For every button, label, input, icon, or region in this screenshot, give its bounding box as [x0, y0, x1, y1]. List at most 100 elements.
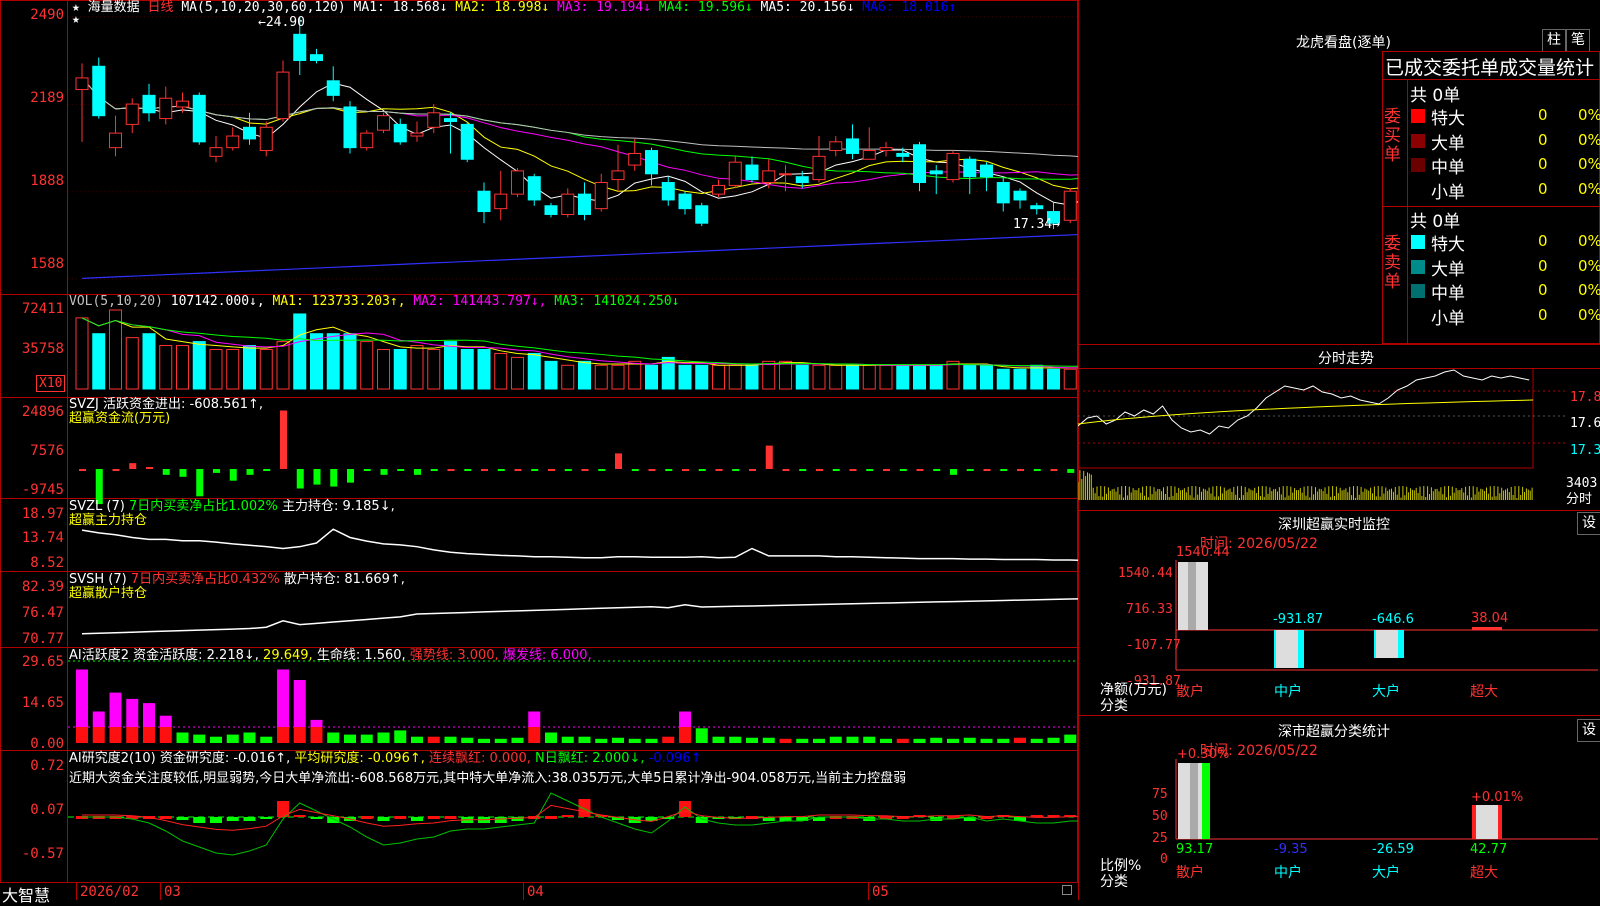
lhb-title: 龙虎看盘(逐单) [1296, 35, 1391, 51]
ai-activity-bar [628, 738, 641, 743]
ai-activity-bar [645, 738, 658, 743]
volume-bar [176, 345, 189, 390]
candle-body [929, 170, 943, 175]
fs-ytick: 17.60 [1570, 416, 1600, 431]
ai-research-bar [779, 817, 792, 821]
volume-bar [829, 364, 843, 390]
period-label[interactable]: 日线 [148, 0, 174, 15]
candle-body [963, 158, 977, 178]
ai-activity-bar [963, 737, 976, 743]
ma2-value: MA2: 18.998↓ [455, 0, 550, 15]
lock-icon[interactable] [1062, 885, 1072, 895]
candle-body [544, 205, 558, 215]
fs-ytick: 17.85 [1570, 390, 1600, 405]
volume-bar [477, 349, 491, 390]
ai2-description: 近期大资金关注度较低,明显弱势,今日大单净流出:-608.568万元,其中特大单… [69, 771, 907, 786]
x-label: 2026/02 [80, 884, 140, 900]
volume-bar [460, 349, 474, 390]
ss-category-label: 大户 [1372, 864, 1400, 881]
ss-category-label: 中户 [1274, 864, 1302, 881]
sell-row-label: 大单 [1431, 259, 1465, 280]
svzj-tick [497, 469, 505, 471]
candle-body [862, 150, 876, 160]
ss-bar-edge [1472, 805, 1476, 839]
candle-body [444, 118, 457, 122]
svzj-tick [883, 469, 890, 471]
column-mode-button[interactable]: 柱 [1542, 29, 1566, 52]
svzj-bar [330, 469, 338, 487]
sz-bar-edge [1374, 630, 1376, 658]
candle-body [728, 161, 742, 186]
ai2-n-red: N日飘红: 2.000↓, [535, 751, 645, 766]
svzj-bar [162, 469, 170, 475]
volume-bar [594, 364, 608, 390]
ai-activity-bar [528, 711, 541, 727]
svzj-tick [1033, 469, 1041, 471]
svzj-bar [129, 463, 137, 469]
volume-bar [192, 341, 206, 390]
kline-header: ★ 海量数据 日线 MA(5,10,20,30,60,120) MA1: 18.… [72, 0, 956, 16]
svzj-tick [363, 469, 371, 471]
ai-research-bar [561, 815, 574, 817]
ai-activity-bar [76, 727, 88, 743]
ai-activity-bar [612, 737, 624, 743]
ai-activity-bar [679, 711, 691, 727]
candle-body [1013, 190, 1027, 201]
svzj-bar [146, 467, 153, 469]
star-icon-2: ★ [72, 12, 80, 27]
svzl-ratio: 7日内买卖净占比1.002% [128, 499, 278, 514]
sell-row-percent: 0% [1578, 232, 1600, 250]
candle-body [594, 182, 608, 210]
ai1-header: AI活跃度2 资金活跃度: 2.218↓, 29.649, 生命线: 1.560… [69, 648, 592, 664]
candle-body [812, 155, 826, 181]
volume-bar [611, 364, 625, 390]
svzl-params: SVZL (7) [69, 499, 125, 514]
candle-body [293, 33, 307, 61]
ai-activity-bar [344, 734, 356, 743]
brand-logo: 大智慧 [2, 886, 51, 905]
ai-activity-bar [511, 737, 524, 743]
svzj-tick [112, 469, 120, 471]
ai-research-bar [260, 817, 273, 819]
ma-params: MA(5,10,20,30,60,120) [181, 0, 346, 15]
svzj-tick [933, 469, 941, 471]
tick-mode-button[interactable]: 笔 [1566, 29, 1590, 52]
volume-bar [209, 349, 223, 390]
ai-research-bar [377, 817, 390, 821]
ai-activity-bar [76, 669, 88, 727]
svzj-tick [464, 469, 472, 471]
candle-body [980, 164, 993, 178]
buy-row-label: 中单 [1431, 158, 1465, 178]
fenshi-chart[interactable] [1078, 368, 1600, 510]
buy-row-label: 小单 [1431, 182, 1465, 203]
fenshi-title: 分时走势 [1318, 351, 1374, 367]
svzl-subtitle: 超赢主力持仓 [69, 513, 148, 528]
ss-category-label: 散户 [1176, 864, 1204, 881]
buy-row-label: 特大 [1431, 109, 1465, 129]
buy-row-label: 大单 [1431, 133, 1465, 154]
svzj-bar [950, 469, 957, 475]
volume-bar [578, 360, 591, 390]
svzj-tick [598, 469, 606, 471]
volume-bar [1047, 368, 1060, 390]
volume-bar [929, 364, 943, 390]
sz-ytick: 1540.44 [1118, 566, 1173, 581]
buy-total: 共 0单 [1410, 86, 1461, 106]
sz-bar-edge [1298, 630, 1304, 668]
ai-activity-bar [243, 732, 256, 743]
candle-body [795, 176, 809, 184]
sz-value-label: -646.6 [1372, 612, 1414, 627]
candle-body [460, 123, 474, 160]
kline-ytick: 2490 [30, 7, 64, 23]
svzj-tick [531, 469, 539, 471]
ai1-max: 29.649, [263, 648, 313, 663]
candle-body [494, 193, 508, 210]
volume-bar [678, 364, 692, 390]
sz-value-label: -931.87 [1273, 612, 1323, 627]
ss-category-label: 超大 [1470, 865, 1498, 881]
svzj-tick [581, 469, 589, 471]
volume-bar [728, 364, 742, 390]
sell-side-label: 委卖单 [1384, 234, 1401, 292]
sz-bar [1274, 630, 1304, 668]
svzj-bar [347, 469, 354, 483]
